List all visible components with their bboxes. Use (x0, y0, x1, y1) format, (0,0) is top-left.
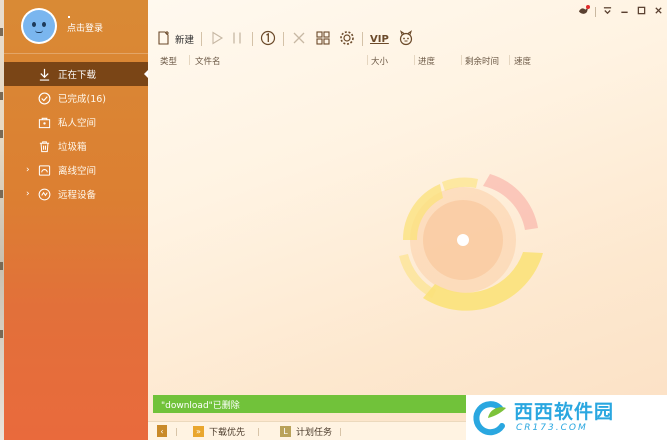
avatar[interactable] (21, 8, 57, 44)
speed-limit-button[interactable] (260, 28, 276, 50)
column-header-time-left[interactable]: 剩余时间 (465, 55, 499, 67)
mascot-icon (398, 29, 414, 49)
pause-button[interactable] (229, 28, 245, 50)
scheduled-task-button[interactable]: L 计划任务 (280, 425, 332, 438)
notification-toast: "download"已删除 (153, 395, 468, 413)
chevron-left-icon: ‹ (160, 426, 164, 436)
download-priority-label: 下载优先 (209, 428, 246, 438)
watermark-domain: CR173.COM (516, 423, 588, 433)
scheduled-task-label: 计划任务 (296, 428, 333, 438)
minimize-button[interactable] (616, 4, 633, 20)
watermark-brand: 西西软件园 (514, 401, 615, 423)
download-icon (37, 67, 51, 81)
chevron-right-icon[interactable]: › (26, 189, 30, 199)
new-task-label: 新建 (175, 35, 195, 46)
remote-device-icon (37, 187, 51, 201)
column-header-filename[interactable]: 文件名 (195, 55, 221, 67)
sidebar-item-completed[interactable]: 已完成(16) (4, 86, 148, 110)
speed-limit-icon (260, 30, 276, 49)
column-divider[interactable] (414, 55, 415, 65)
column-divider[interactable] (189, 55, 190, 65)
collapse-button[interactable]: ‹ (157, 425, 167, 437)
divider (340, 428, 341, 436)
download-priority-button[interactable]: » 下载优先 (193, 425, 245, 438)
watermark-text: 西西软件园 CR173.COM (514, 401, 614, 434)
login-dot (68, 16, 70, 18)
settings-button[interactable] (339, 28, 355, 50)
close-button[interactable] (650, 4, 667, 20)
calendar-icon: L (280, 426, 291, 437)
divider (595, 7, 596, 17)
login-link[interactable]: 点击登录 (67, 21, 103, 34)
divider (176, 428, 177, 436)
pause-icon (229, 30, 245, 49)
column-divider[interactable] (509, 55, 510, 65)
new-file-icon (156, 30, 172, 49)
sidebar-item-remote-device[interactable]: › 远程设备 (4, 182, 148, 206)
divider (201, 32, 203, 46)
window-controls (575, 4, 667, 20)
sidebar-item-label: 正在下载 (58, 70, 97, 81)
chevron-right-icon[interactable]: › (26, 165, 30, 175)
vip-button[interactable]: VIP (370, 28, 389, 50)
play-icon (209, 30, 225, 49)
column-header-progress[interactable]: 进度 (418, 55, 435, 67)
watermark: 西西软件园 CR173.COM (466, 395, 667, 440)
delete-button[interactable] (291, 28, 307, 50)
maximize-button[interactable] (633, 4, 650, 20)
sidebar-item-label: 垃圾箱 (58, 142, 87, 153)
watermark-logo-icon (473, 400, 506, 435)
start-button[interactable] (209, 28, 225, 50)
sidebar: 点击登录 正在下载 已完成(16) 私人空间 垃圾箱 › 离线空间 › 远程设备 (4, 0, 149, 440)
apps-button[interactable] (315, 28, 331, 50)
maximize-icon (637, 6, 646, 18)
divider (283, 32, 285, 46)
column-header-size[interactable]: 大小 (371, 55, 388, 67)
trash-icon (37, 139, 51, 153)
close-icon (654, 6, 663, 18)
column-divider[interactable] (367, 55, 368, 65)
skin-button[interactable] (398, 28, 414, 50)
sidebar-nav: 正在下载 已完成(16) 私人空间 垃圾箱 › 离线空间 › 远程设备 (4, 62, 149, 206)
double-chevron-down-icon: » (193, 426, 204, 437)
check-circle-icon (37, 91, 51, 105)
sidebar-item-offline-space[interactable]: › 离线空间 (4, 158, 148, 182)
private-space-icon (37, 115, 51, 129)
divider (252, 32, 254, 46)
sidebar-item-downloading[interactable]: 正在下载 (4, 62, 149, 86)
menu-button[interactable] (599, 4, 616, 20)
sidebar-item-label: 已完成(16) (58, 94, 107, 105)
toast-message: "download"已删除 (161, 400, 240, 411)
notification-badge (586, 5, 590, 9)
empty-state-ring-graphic (399, 174, 543, 311)
gear-icon (339, 30, 355, 49)
sidebar-item-private-space[interactable]: 私人空间 (4, 110, 148, 134)
menu-icon (603, 6, 612, 18)
column-header-speed[interactable]: 速度 (514, 55, 531, 67)
column-header-type[interactable]: 类型 (160, 55, 177, 67)
sidebar-item-label: 离线空间 (58, 166, 97, 177)
table-header: 类型 文件名 大小 进度 剩余时间 速度 (148, 54, 667, 68)
main-panel: 新建 VIP 类型 文件名 大小 进度 剩余时间 速度 "download"已删… (148, 0, 667, 440)
app-window: 点击登录 正在下载 已完成(16) 私人空间 垃圾箱 › 离线空间 › 远程设备… (4, 0, 667, 440)
divider (362, 32, 364, 46)
notification-button[interactable] (575, 4, 592, 20)
sidebar-item-trash[interactable]: 垃圾箱 (4, 134, 148, 158)
offline-space-icon (37, 163, 51, 177)
new-task-button[interactable]: 新建 (156, 28, 194, 50)
toolbar: 新建 VIP (148, 28, 667, 50)
column-divider[interactable] (461, 55, 462, 65)
avatar-face-icon (23, 10, 55, 42)
close-icon (291, 30, 307, 49)
minimize-icon (620, 6, 629, 18)
divider (258, 428, 259, 436)
account-panel: 点击登录 (4, 0, 148, 54)
vip-label: VIP (370, 33, 389, 45)
grid-icon (315, 30, 331, 49)
sidebar-item-label: 私人空间 (58, 118, 97, 129)
sidebar-item-label: 远程设备 (58, 190, 97, 201)
